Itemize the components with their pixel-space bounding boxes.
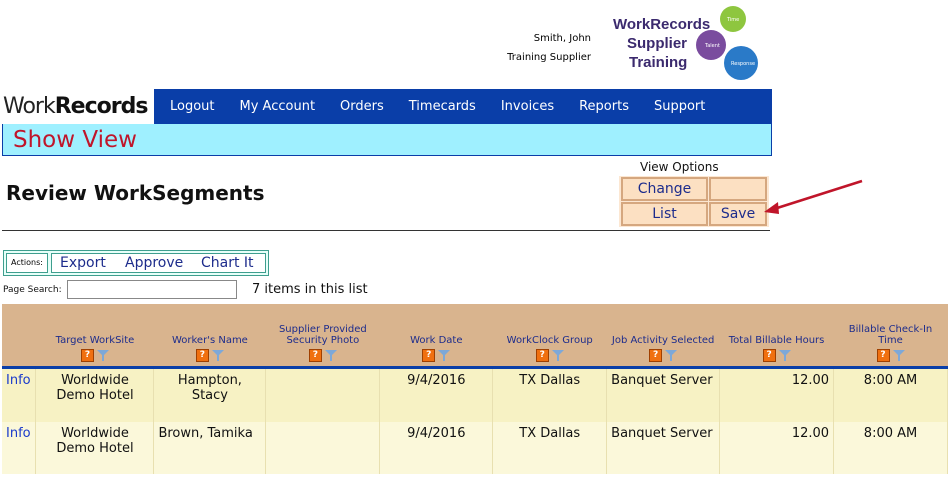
help-icon[interactable]: ? xyxy=(876,348,890,362)
page-search-label: Page Search: xyxy=(3,285,62,295)
supplier-training-logo: Time Talent Response WorkRecords Supplie… xyxy=(613,6,758,80)
nav-my-account[interactable]: My Account xyxy=(240,99,316,114)
photo-cell xyxy=(265,422,381,474)
filter-icon[interactable] xyxy=(324,349,337,361)
show-view-title: Show View xyxy=(13,127,137,153)
col-work-date[interactable]: Work Date? xyxy=(379,304,493,369)
change-button[interactable]: Change xyxy=(621,177,708,201)
photo-cell xyxy=(265,367,381,422)
filter-icon[interactable] xyxy=(438,349,451,361)
group-cell: TX Dallas xyxy=(492,367,608,422)
col-label: Work Date xyxy=(410,334,463,346)
brand-part1: Work xyxy=(3,94,56,119)
actions-box: Export Approve Chart It xyxy=(51,253,266,273)
save-button[interactable]: Save xyxy=(709,202,767,226)
badge-line1: WorkRecords xyxy=(613,16,710,33)
filter-icon[interactable] xyxy=(778,349,791,361)
date-cell: 9/4/2016 xyxy=(379,367,494,422)
page-title: Review WorkSegments xyxy=(6,181,265,205)
nav-logout[interactable]: Logout xyxy=(170,99,215,114)
badge-line2: Supplier xyxy=(627,35,687,52)
nav-timecards[interactable]: Timecards xyxy=(409,99,476,114)
show-view-banner: Show View xyxy=(2,124,772,156)
table-row: Info Worldwide Demo Hotel Hampton, Stacy… xyxy=(2,367,948,422)
help-icon[interactable]: ? xyxy=(422,348,436,362)
checkin-cell: 8:00 AM xyxy=(833,367,948,422)
brand-part2: Records xyxy=(54,94,149,119)
col-label: Worker's Name xyxy=(171,334,248,346)
nav-orders[interactable]: Orders xyxy=(340,99,384,114)
site-cell: Worldwide Demo Hotel xyxy=(35,422,155,474)
info-link[interactable]: Info xyxy=(6,426,31,441)
col-security-photo[interactable]: Supplier Provided Security Photo? xyxy=(265,304,380,369)
title-divider xyxy=(2,230,770,231)
filter-icon[interactable] xyxy=(892,349,905,361)
info-cell: Info xyxy=(2,367,37,422)
help-icon[interactable]: ? xyxy=(308,348,322,362)
chart-it-link[interactable]: Chart It xyxy=(201,254,254,272)
table-header-row: Target WorkSite? Worker's Name? Supplier… xyxy=(2,304,948,369)
user-company: Training Supplier xyxy=(507,52,591,63)
worker-cell: Brown, Tamika xyxy=(153,422,267,474)
site-cell: Worldwide Demo Hotel xyxy=(35,367,155,422)
filter-icon[interactable] xyxy=(96,349,109,361)
col-label: Billable Check-In Time xyxy=(848,323,933,346)
col-billable-hours[interactable]: Total Billable Hours? xyxy=(719,304,834,369)
nav-reports[interactable]: Reports xyxy=(579,99,629,114)
help-icon[interactable]: ? xyxy=(535,348,549,362)
col-workclock-group[interactable]: WorkClock Group? xyxy=(492,304,607,369)
main-nav: Logout My Account Orders Timecards Invoi… xyxy=(154,89,772,124)
page-search-input[interactable] xyxy=(67,280,237,299)
help-icon[interactable]: ? xyxy=(80,348,94,362)
export-link[interactable]: Export xyxy=(60,254,106,272)
hours-cell: 12.00 xyxy=(719,422,835,474)
help-icon[interactable]: ? xyxy=(195,348,209,362)
col-label: WorkClock Group xyxy=(506,334,593,346)
badge-gear-time: Time xyxy=(726,17,739,23)
col-target-worksite[interactable]: Target WorkSite? xyxy=(35,304,154,369)
hours-cell: 12.00 xyxy=(719,367,835,422)
date-cell: 9/4/2016 xyxy=(379,422,494,474)
filter-icon[interactable] xyxy=(665,349,678,361)
workrecords-logo: Work Records xyxy=(3,89,154,124)
activity-cell: Banquet Server xyxy=(606,422,721,474)
badge-gear-talent: Talent xyxy=(704,43,720,49)
info-cell: Info xyxy=(2,422,37,474)
item-count: 7 items in this list xyxy=(252,282,368,297)
nav-support[interactable]: Support xyxy=(654,99,705,114)
view-options-title: View Options xyxy=(640,160,719,174)
user-name: Smith, John xyxy=(533,33,591,44)
activity-cell: Banquet Server xyxy=(606,367,721,422)
nav-invoices[interactable]: Invoices xyxy=(501,99,554,114)
empty-option-cell xyxy=(709,177,767,201)
badge-gear-response: Response xyxy=(731,61,755,67)
filter-icon[interactable] xyxy=(211,349,224,361)
col-info xyxy=(2,304,36,369)
approve-link[interactable]: Approve xyxy=(125,254,183,272)
worker-cell: Hampton, Stacy xyxy=(153,367,267,422)
group-cell: TX Dallas xyxy=(492,422,608,474)
col-job-activity[interactable]: Job Activity Selected? xyxy=(606,304,720,369)
col-checkin-time[interactable]: Billable Check-In Time? xyxy=(833,304,948,369)
col-label: Target WorkSite xyxy=(55,334,135,346)
actions-bar: Actions: Export Approve Chart It xyxy=(3,250,269,276)
actions-label: Actions: xyxy=(6,253,48,273)
col-label: Total Billable Hours xyxy=(728,334,825,346)
filter-icon[interactable] xyxy=(551,349,564,361)
list-button[interactable]: List xyxy=(621,202,708,226)
checkin-cell: 8:00 AM xyxy=(833,422,948,474)
table-row: Info Worldwide Demo Hotel Brown, Tamika … xyxy=(2,422,948,474)
red-arrow-annotation xyxy=(764,179,863,214)
col-workers-name[interactable]: Worker's Name? xyxy=(153,304,266,369)
help-icon[interactable]: ? xyxy=(762,348,776,362)
col-label: Job Activity Selected xyxy=(611,334,715,346)
col-label: Supplier Provided Security Photo xyxy=(278,323,367,346)
badge-line3: Training xyxy=(629,54,687,71)
view-options-panel: Change List Save xyxy=(619,176,769,227)
help-icon[interactable]: ? xyxy=(649,348,663,362)
worksegments-table: Target WorkSite? Worker's Name? Supplier… xyxy=(2,304,948,474)
info-link[interactable]: Info xyxy=(6,373,31,388)
